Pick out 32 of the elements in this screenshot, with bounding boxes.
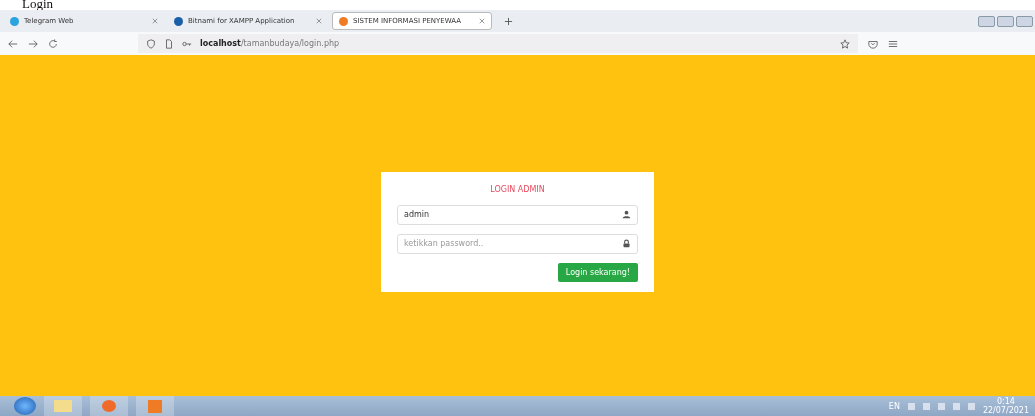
close-icon[interactable] xyxy=(316,18,322,24)
user-icon xyxy=(622,209,631,219)
xampp-taskbar-icon[interactable] xyxy=(136,396,174,416)
folder-taskbar-icon[interactable] xyxy=(44,396,82,416)
username-field[interactable]: admin xyxy=(397,204,638,225)
lock-icon xyxy=(622,238,631,248)
restore-icon[interactable] xyxy=(997,15,1014,27)
star-icon[interactable] xyxy=(840,38,850,49)
new-tab-icon[interactable] xyxy=(504,16,513,26)
pocket-icon[interactable] xyxy=(868,38,878,49)
menu-icon[interactable] xyxy=(888,38,898,49)
address-bar[interactable]: localhost/tamanbudaya/login.php xyxy=(138,34,858,53)
clock-time: 0:14 xyxy=(996,397,1015,406)
page-heading: Login xyxy=(21,0,55,10)
site-icon xyxy=(174,16,183,26)
close-window-icon[interactable] xyxy=(1016,15,1033,27)
site-icon xyxy=(339,16,348,26)
password-field[interactable]: ketikkan password.. xyxy=(397,233,638,254)
close-icon[interactable] xyxy=(479,18,485,24)
shield-icon xyxy=(146,38,156,49)
close-icon[interactable] xyxy=(152,18,158,24)
forward-icon[interactable] xyxy=(28,38,38,49)
start-button[interactable] xyxy=(14,397,36,415)
page-icon xyxy=(164,38,174,49)
clock-date: 22/07/2021 xyxy=(982,406,1029,415)
login-title: LOGIN ADMIN xyxy=(489,184,546,194)
url-text: localhost/tamanbudaya/login.php xyxy=(200,39,340,48)
back-icon[interactable] xyxy=(8,38,18,49)
reload-icon[interactable] xyxy=(48,38,58,49)
browser-taskbar-icon[interactable] xyxy=(90,396,128,416)
site-icon xyxy=(10,16,19,26)
minimize-icon[interactable] xyxy=(978,15,995,27)
